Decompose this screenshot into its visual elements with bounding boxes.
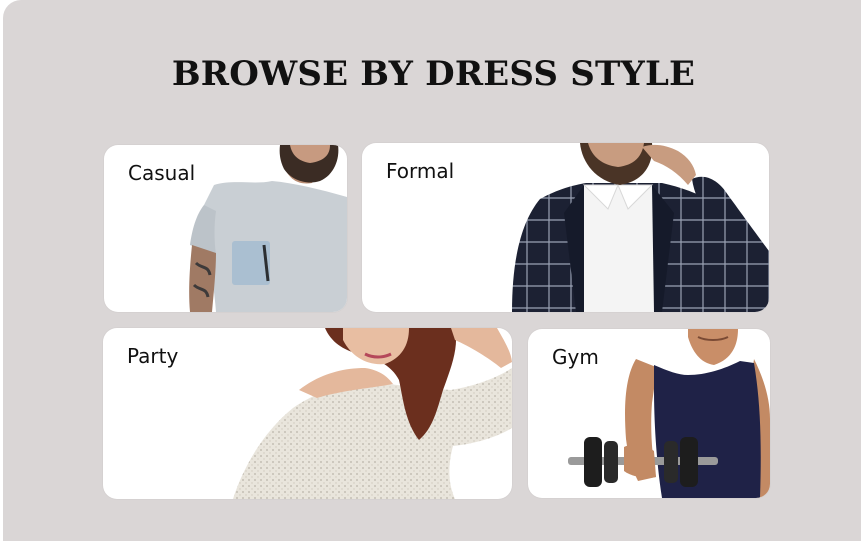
section-title: BROWSE BY DRESS STYLE bbox=[171, 54, 696, 94]
dress-style-section: BROWSE BY DRESS STYLE Casual Formal Part… bbox=[3, 0, 861, 541]
style-card-gym[interactable]: Gym bbox=[528, 329, 770, 498]
style-card-formal[interactable]: Formal bbox=[362, 143, 769, 312]
style-label-casual: Casual bbox=[128, 161, 196, 185]
style-label-party: Party bbox=[127, 344, 179, 368]
style-card-casual[interactable]: Casual bbox=[104, 145, 347, 312]
style-card-party[interactable]: Party bbox=[103, 328, 512, 499]
style-label-gym: Gym bbox=[552, 345, 599, 369]
style-label-formal: Formal bbox=[386, 159, 455, 183]
